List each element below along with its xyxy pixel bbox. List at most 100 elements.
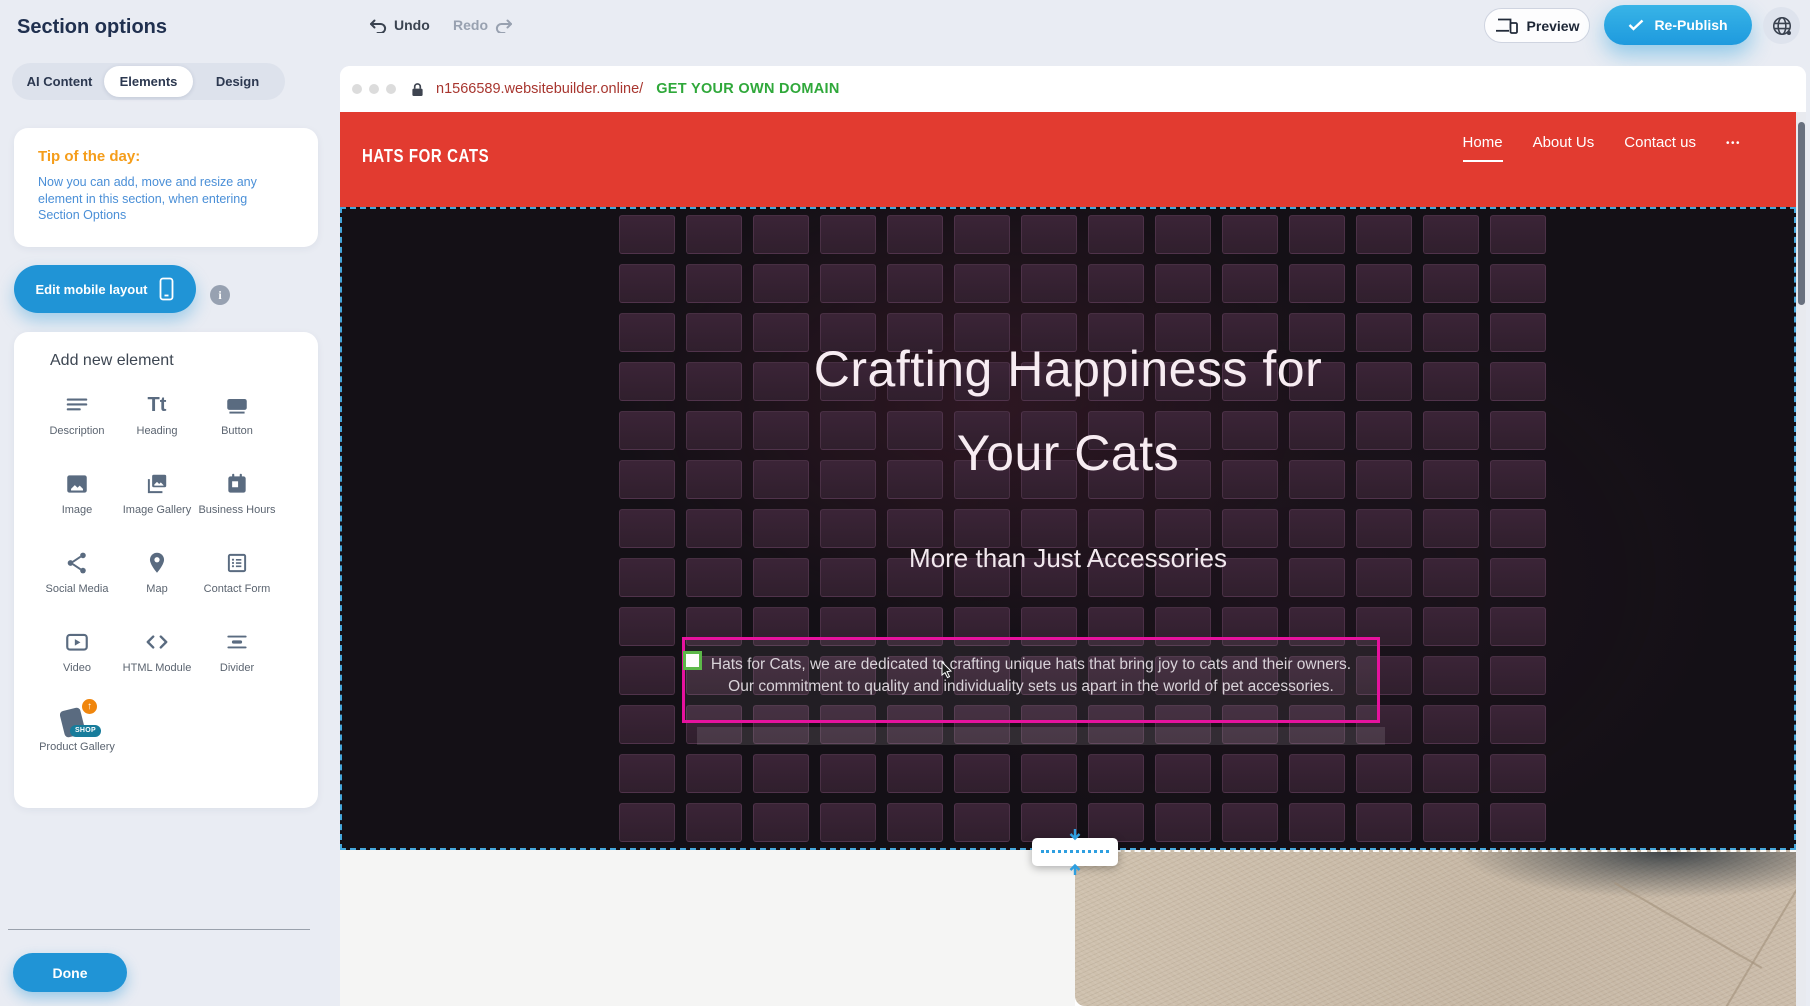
panel-title: Add new element	[50, 352, 174, 370]
element-item-description[interactable]: Description	[37, 388, 117, 467]
grid-cell	[1222, 754, 1278, 793]
grid-cell	[1490, 803, 1546, 842]
element-item-divider[interactable]: Divider	[197, 625, 277, 704]
product-gallery-icon: ↑SHOP	[59, 704, 95, 738]
nav-more-button[interactable]: •••	[1726, 138, 1741, 158]
grid-cell	[619, 754, 675, 793]
grid-cell	[686, 754, 742, 793]
element-item-product-gallery[interactable]: ↑SHOPProduct Gallery	[37, 704, 117, 783]
element-item-video[interactable]: Video	[37, 625, 117, 704]
grid-cell	[1289, 215, 1345, 254]
nav-item-home[interactable]: Home	[1463, 134, 1503, 162]
nav-item-about-us[interactable]: About Us	[1533, 134, 1595, 162]
grid-cell	[1423, 607, 1479, 646]
resize-dashed-line	[1041, 850, 1109, 853]
undo-icon	[369, 18, 387, 33]
html-module-icon	[144, 625, 170, 659]
grid-cell	[1088, 264, 1144, 303]
grid-cell	[753, 754, 809, 793]
site-header[interactable]: HATS FOR CATS HomeAbout UsContact us •••	[340, 112, 1796, 207]
grid-cell	[1021, 215, 1077, 254]
next-section-white-area[interactable]	[340, 850, 1075, 1006]
grid-cell	[1490, 607, 1546, 646]
business-hours-icon	[224, 467, 250, 501]
social-media-icon	[64, 546, 90, 580]
element-item-heading[interactable]: TtHeading	[117, 388, 197, 467]
grid-cell	[887, 754, 943, 793]
scrollbar-track[interactable]	[1796, 112, 1806, 1006]
grid-cell	[1423, 705, 1479, 744]
element-item-social-media[interactable]: Social Media	[37, 546, 117, 625]
element-item-image[interactable]: Image	[37, 467, 117, 546]
grid-cell	[686, 803, 742, 842]
grid-cell	[820, 803, 876, 842]
divider-icon	[224, 625, 250, 659]
grid-cell	[1423, 264, 1479, 303]
sidebar-tabs: AI Content Elements Design	[12, 63, 285, 100]
hero-subtitle[interactable]: More than Just Accessories	[342, 539, 1794, 577]
grid-cell	[619, 607, 675, 646]
tab-elements[interactable]: Elements	[104, 66, 193, 97]
tip-body: Now you can add, move and resize any ele…	[38, 174, 290, 224]
grid-cell	[954, 215, 1010, 254]
grid-cell	[1222, 803, 1278, 842]
phone-icon	[159, 277, 174, 301]
tab-design[interactable]: Design	[193, 66, 282, 97]
grid-cell	[619, 264, 675, 303]
site-nav-wrap: Home About Us Contact us •••	[1463, 134, 1741, 162]
tip-heading: Tip of the day:	[38, 148, 294, 165]
grid-cell	[887, 264, 943, 303]
element-item-image-gallery[interactable]: Image Gallery	[117, 467, 197, 546]
grid-cell	[1021, 754, 1077, 793]
grid-cell	[1490, 264, 1546, 303]
get-domain-link[interactable]: GET YOUR OWN DOMAIN	[656, 81, 839, 97]
tab-ai-content[interactable]: AI Content	[15, 66, 104, 97]
video-icon	[64, 625, 90, 659]
info-icon[interactable]: i	[210, 285, 230, 305]
grid-cell	[1222, 264, 1278, 303]
next-section-floor-image[interactable]	[1075, 850, 1796, 1006]
element-item-map[interactable]: Map	[117, 546, 197, 625]
element-item-button[interactable]: Button	[197, 388, 277, 467]
redo-icon	[495, 18, 513, 33]
devices-icon	[1495, 17, 1519, 35]
edit-mobile-layout-button[interactable]: Edit mobile layout	[14, 265, 196, 313]
app-window: Section options Undo Redo Preview Re-Pub…	[0, 0, 1810, 1006]
sidebar-divider	[8, 929, 310, 930]
image-icon	[64, 467, 90, 501]
tip-of-the-day-card: Tip of the day: Now you can add, move an…	[14, 128, 318, 247]
grid-cell	[1021, 264, 1077, 303]
grid-cell	[1222, 215, 1278, 254]
button-icon	[224, 388, 250, 422]
element-item-contact-form[interactable]: Contact Form	[197, 546, 277, 625]
tile-seam	[1614, 882, 1762, 969]
redo-button[interactable]: Redo	[453, 17, 513, 33]
preview-button[interactable]: Preview	[1484, 8, 1590, 43]
tile-seam	[1725, 878, 1796, 1006]
republish-button[interactable]: Re-Publish	[1604, 5, 1752, 45]
undo-button[interactable]: Undo	[369, 17, 430, 33]
image-gallery-icon	[144, 467, 170, 501]
grid-cell	[1155, 264, 1211, 303]
grid-cell	[1490, 215, 1546, 254]
nav-item-contact-us[interactable]: Contact us	[1624, 134, 1696, 162]
grid-cell	[1289, 754, 1345, 793]
selected-text-element[interactable]: Hats for Cats, we are dedicated to craft…	[682, 637, 1380, 723]
grid-cell	[753, 264, 809, 303]
done-button[interactable]: Done	[13, 953, 127, 992]
hero-title[interactable]: Crafting Happiness for Your Cats	[342, 327, 1794, 495]
element-item-business-hours[interactable]: Business Hours	[197, 467, 277, 546]
browser-dot	[352, 84, 362, 94]
hero-section[interactable]: Crafting Happiness for Your Cats More th…	[340, 207, 1796, 850]
grid-cell	[887, 803, 943, 842]
language-globe-button[interactable]	[1763, 7, 1800, 44]
grid-cell	[1155, 803, 1211, 842]
grid-cell	[954, 754, 1010, 793]
section-resize-handle[interactable]	[1032, 838, 1118, 866]
scrollbar-thumb[interactable]	[1798, 122, 1805, 305]
site-url: n1566589.websitebuilder.online/	[436, 81, 643, 97]
element-drag-handle[interactable]	[683, 651, 702, 670]
grid-cell	[820, 264, 876, 303]
element-item-html-module[interactable]: HTML Module	[117, 625, 197, 704]
grid-cell	[1155, 215, 1211, 254]
